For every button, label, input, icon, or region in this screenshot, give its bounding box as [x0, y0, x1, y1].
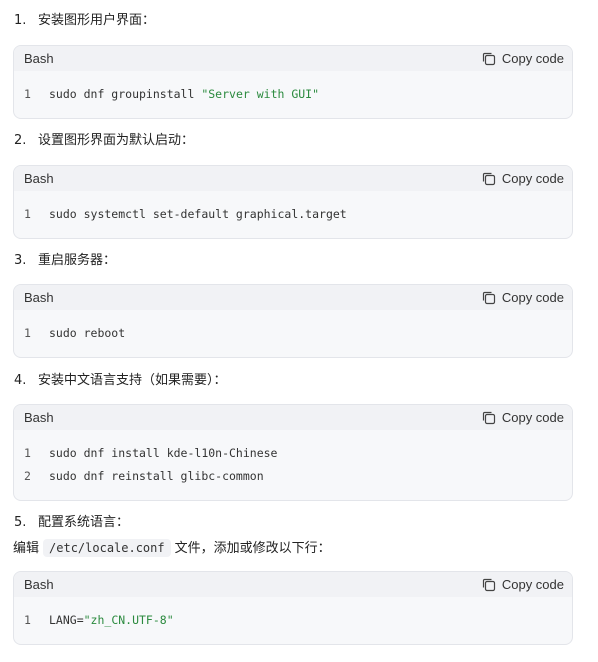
step-number: 2.	[14, 133, 27, 148]
line-number: 2	[24, 469, 31, 483]
step-number: 5.	[14, 515, 27, 530]
copy-code-label: Copy code	[501, 171, 564, 186]
code-text: sudo dnf install kde-l10n-Chinese	[49, 446, 278, 460]
code-text: sudo systemctl set-default graphical.tar…	[49, 207, 347, 221]
code-string: "zh_CN.UTF-8"	[83, 613, 174, 627]
code-line: 2 sudo dnf reinstall glibc-common	[14, 465, 572, 488]
copy-icon	[482, 411, 495, 424]
code-block-body: 1 sudo dnf install kde-l10n-Chinese 2 su…	[14, 430, 572, 488]
step-number: 1.	[14, 13, 27, 28]
copy-code-button[interactable]: Copy code	[481, 169, 564, 188]
inline-code-path: /etc/locale.conf	[43, 539, 171, 557]
code-block-body: 1 sudo systemctl set-default graphical.t…	[14, 191, 572, 226]
step-title: 安装中文语言支持（如果需要）：	[38, 373, 227, 388]
copy-code-button[interactable]: Copy code	[481, 49, 564, 68]
line-number: 1	[24, 613, 31, 627]
copy-icon	[482, 291, 495, 304]
code-block-step-3: Bash Copy code 1 sudo reboot	[13, 284, 573, 358]
code-block-header: Bash Copy code	[14, 46, 572, 71]
code-block-header: Bash Copy code	[14, 572, 572, 597]
copy-code-label: Copy code	[501, 577, 564, 592]
desc-text: 编辑	[13, 541, 40, 556]
copy-icon	[482, 172, 495, 185]
copy-code-label: Copy code	[501, 290, 564, 305]
code-block-body: 1 sudo dnf groupinstall "Server with GUI…	[14, 71, 572, 106]
copy-code-button[interactable]: Copy code	[481, 408, 564, 427]
step-title: 配置系统语言：	[38, 515, 130, 530]
code-text: sudo reboot	[49, 326, 126, 340]
step-3-heading: 3. 重启服务器：	[14, 251, 116, 271]
code-plain: sudo dnf groupinstall	[49, 87, 202, 101]
step-5-heading: 5. 配置系统语言：	[14, 513, 129, 533]
copy-icon	[482, 578, 495, 591]
code-language-label: Bash	[24, 171, 54, 186]
copy-icon	[482, 52, 495, 65]
step-5-description: 编辑/etc/locale.conf 文件，添加或修改以下行：	[13, 538, 331, 559]
line-number: 1	[24, 326, 31, 340]
line-number: 1	[24, 207, 31, 221]
line-number: 1	[24, 446, 31, 460]
code-text: sudo dnf reinstall glibc-common	[49, 469, 264, 483]
code-block-header: Bash Copy code	[14, 166, 572, 191]
code-line: 1 sudo dnf groupinstall "Server with GUI…	[14, 83, 572, 106]
copy-code-label: Copy code	[501, 51, 564, 66]
step-title: 安装图形用户界面：	[38, 13, 156, 28]
code-line: 1 LANG="zh_CN.UTF-8"	[14, 609, 572, 632]
step-1-heading: 1. 安装图形用户界面：	[14, 11, 155, 31]
copy-code-button[interactable]: Copy code	[481, 575, 564, 594]
code-text: LANG="zh_CN.UTF-8"	[49, 609, 174, 632]
step-number: 3.	[14, 253, 27, 268]
code-line: 1 sudo systemctl set-default graphical.t…	[14, 203, 572, 226]
step-title: 重启服务器：	[38, 253, 117, 268]
desc-text: 文件，添加或修改以下行：	[174, 541, 331, 556]
copy-code-label: Copy code	[501, 410, 564, 425]
code-string: "Server with GUI"	[201, 87, 320, 101]
step-number: 4.	[14, 373, 27, 388]
code-block-step-1: Bash Copy code 1 sudo dnf groupinstall "…	[13, 45, 573, 119]
code-text: sudo dnf groupinstall "Server with GUI"	[49, 83, 319, 106]
code-block-step-2: Bash Copy code 1 sudo systemctl set-defa…	[13, 165, 573, 239]
code-language-label: Bash	[24, 51, 54, 66]
step-title: 设置图形界面为默认启动：	[38, 133, 195, 148]
step-2-heading: 2. 设置图形界面为默认启动：	[14, 131, 194, 151]
copy-code-button[interactable]: Copy code	[481, 288, 564, 307]
code-block-body: 1 LANG="zh_CN.UTF-8"	[14, 597, 572, 632]
line-number: 1	[24, 87, 31, 101]
code-block-header: Bash Copy code	[14, 285, 572, 310]
code-block-body: 1 sudo reboot	[14, 310, 572, 345]
code-plain: LANG=	[49, 613, 84, 627]
code-line: 1 sudo reboot	[14, 322, 572, 345]
code-block-step-5: Bash Copy code 1 LANG="zh_CN.UTF-8"	[13, 571, 573, 645]
step-4-heading: 4. 安装中文语言支持（如果需要）：	[14, 371, 227, 391]
code-language-label: Bash	[24, 290, 54, 305]
code-block-step-4: Bash Copy code 1 sudo dnf install kde-l1…	[13, 404, 573, 501]
code-block-header: Bash Copy code	[14, 405, 572, 430]
code-line: 1 sudo dnf install kde-l10n-Chinese	[14, 442, 572, 465]
code-language-label: Bash	[24, 410, 54, 425]
chat-answer-content: 1. 安装图形用户界面： Bash Copy code 1 sudo dnf gr…	[0, 0, 598, 662]
code-language-label: Bash	[24, 577, 54, 592]
